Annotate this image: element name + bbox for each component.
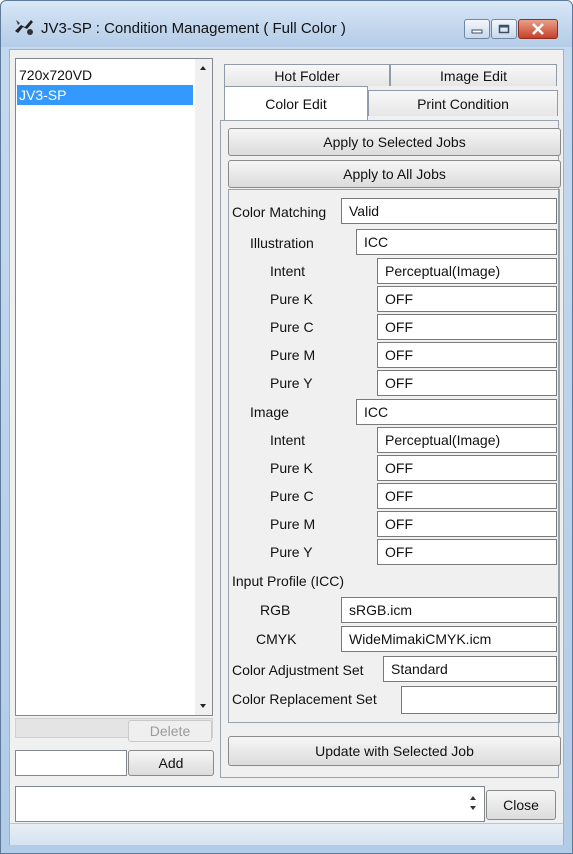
color-matching-label: Color Matching xyxy=(232,204,327,220)
tab-image-edit[interactable]: Image Edit xyxy=(390,64,557,86)
list-item[interactable]: 720x720VD xyxy=(17,65,193,85)
apply-to-all-jobs-button[interactable]: Apply to All Jobs xyxy=(228,160,561,188)
cmyk-label: CMYK xyxy=(256,631,297,647)
illustration-intent-field[interactable]: Perceptual(Image) xyxy=(377,258,557,284)
image-pure-m-label: Pure M xyxy=(270,516,316,532)
window-close-button[interactable] xyxy=(518,19,558,39)
list-item-selected[interactable]: JV3-SP xyxy=(17,85,193,105)
image-pure-k-label: Pure K xyxy=(270,460,313,476)
illustration-pure-c-label: Pure C xyxy=(270,319,314,335)
image-pure-y-label: Pure Y xyxy=(270,544,313,560)
image-intent-label: Intent xyxy=(270,432,306,448)
rgb-label: RGB xyxy=(260,602,291,618)
image-pure-m-field[interactable]: OFF xyxy=(377,511,557,537)
image-pure-k-field[interactable]: OFF xyxy=(377,455,557,481)
title-bar[interactable]: JV3-SP : Condition Management ( Full Col… xyxy=(1,1,572,47)
delete-button[interactable]: Delete xyxy=(128,720,212,742)
scroll-down-icon[interactable] xyxy=(200,704,206,708)
illustration-profile-field[interactable]: ICC xyxy=(356,229,557,255)
status-bar xyxy=(10,823,563,845)
illustration-pure-c-field[interactable]: OFF xyxy=(377,314,557,340)
illustration-pure-k-label: Pure K xyxy=(270,291,313,307)
tab-hot-folder[interactable]: Hot Folder xyxy=(224,64,390,86)
close-button[interactable]: Close xyxy=(486,790,556,820)
color-adjustment-set-field[interactable]: Standard xyxy=(383,656,557,682)
maximize-button[interactable] xyxy=(491,19,517,39)
list-scrollbar[interactable] xyxy=(195,59,212,715)
image-profile-field[interactable]: ICC xyxy=(356,399,557,425)
condition-management-window: JV3-SP : Condition Management ( Full Col… xyxy=(0,0,573,854)
app-logo-icon xyxy=(13,17,35,37)
condition-list[interactable]: 720x720VD JV3-SP xyxy=(15,58,213,716)
color-adjustment-set-label: Color Adjustment Set xyxy=(232,662,364,678)
tab-print-condition[interactable]: Print Condition xyxy=(368,90,558,116)
minimize-button[interactable] xyxy=(464,19,490,39)
illustration-pure-m-field[interactable]: OFF xyxy=(377,342,557,368)
window-title: JV3-SP : Condition Management ( Full Col… xyxy=(41,20,346,37)
image-pure-y-field[interactable]: OFF xyxy=(377,539,557,565)
update-with-selected-job-button[interactable]: Update with Selected Job xyxy=(228,736,561,766)
add-button[interactable]: Add xyxy=(128,750,214,776)
image-label: Image xyxy=(250,404,289,420)
color-matching-field[interactable]: Valid xyxy=(341,198,557,224)
tab-color-edit[interactable]: Color Edit xyxy=(224,86,368,120)
maximize-icon xyxy=(492,20,516,38)
new-condition-name-input[interactable] xyxy=(15,750,127,776)
apply-to-selected-jobs-button[interactable]: Apply to Selected Jobs xyxy=(228,128,561,156)
image-pure-c-field[interactable]: OFF xyxy=(377,483,557,509)
illustration-intent-label: Intent xyxy=(270,263,306,279)
image-pure-c-label: Pure C xyxy=(270,488,314,504)
illustration-label: Illustration xyxy=(250,235,314,251)
image-intent-field[interactable]: Perceptual(Image) xyxy=(377,427,557,453)
color-replacement-set-label: Color Replacement Set xyxy=(232,691,377,707)
settings-tabs: Hot Folder Image Edit Color Edit Print C… xyxy=(224,64,558,120)
rgb-profile-field[interactable]: sRGB.icm xyxy=(341,597,557,623)
illustration-pure-y-field[interactable]: OFF xyxy=(377,370,557,396)
input-profile-label: Input Profile (ICC) xyxy=(232,573,345,589)
window-client-area: 720x720VD JV3-SP Delete Add Hot Folder I… xyxy=(9,49,564,845)
color-replacement-set-field[interactable] xyxy=(401,686,557,714)
illustration-pure-m-label: Pure M xyxy=(270,347,316,363)
cmyk-profile-field[interactable]: WideMimakiCMYK.icm xyxy=(341,626,557,652)
close-icon xyxy=(519,20,557,38)
message-spinner[interactable] xyxy=(465,788,481,818)
illustration-pure-k-field[interactable]: OFF xyxy=(377,286,557,312)
minimize-icon xyxy=(465,20,489,38)
message-area xyxy=(15,786,485,822)
scroll-up-icon[interactable] xyxy=(200,66,206,70)
illustration-pure-y-label: Pure Y xyxy=(270,375,313,391)
